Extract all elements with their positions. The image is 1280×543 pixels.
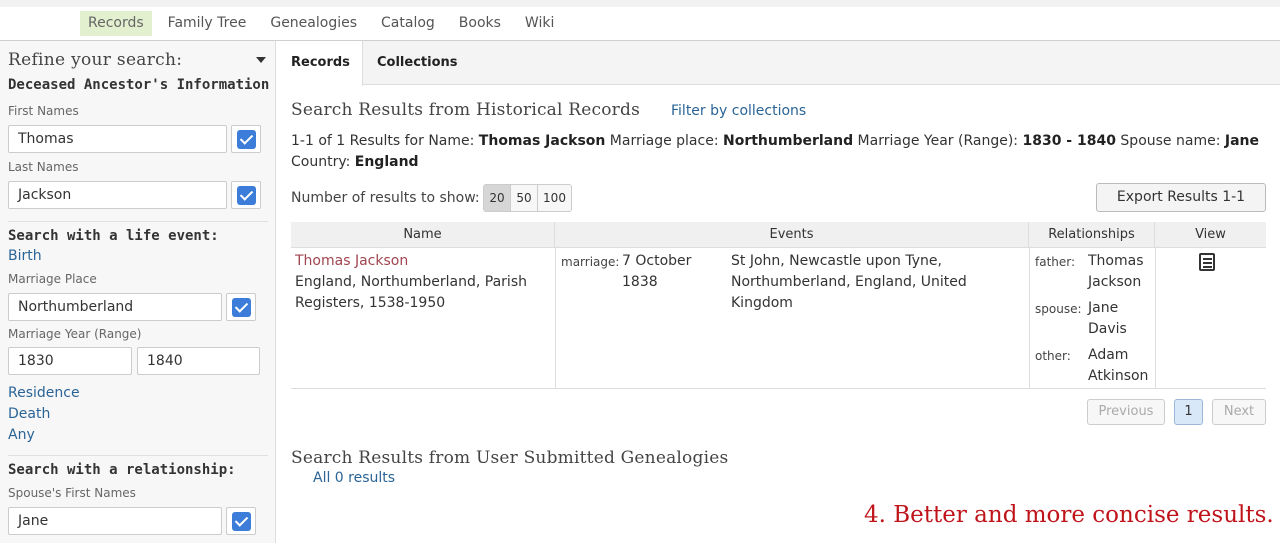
- result-tabs: Records Collections: [277, 41, 1280, 86]
- last-names-label: Last Names: [8, 160, 79, 174]
- first-names-exact-checkbox[interactable]: [231, 125, 261, 153]
- year-to-input[interactable]: 1840: [137, 347, 260, 375]
- marriage-place-input[interactable]: Northumberland: [8, 293, 222, 321]
- event-type: marriage:: [561, 255, 620, 269]
- spouse-first-exact-checkbox[interactable]: [226, 507, 256, 535]
- nav-family-tree[interactable]: Family Tree: [160, 11, 255, 36]
- year-from-input[interactable]: 1830: [8, 347, 132, 375]
- export-results-button[interactable]: Export Results 1-1: [1096, 183, 1266, 212]
- view-record-icon[interactable]: [1199, 253, 1215, 271]
- page-size-group: 20 50 100: [483, 184, 572, 212]
- top-nav-bar: Records Family Tree Genealogies Catalog …: [0, 0, 1280, 41]
- results-table-header: Name Events Relationships View: [291, 222, 1266, 248]
- any-link[interactable]: Any: [8, 427, 35, 443]
- relation-role: other:: [1035, 349, 1071, 363]
- previous-page-button[interactable]: Previous: [1087, 399, 1165, 425]
- tab-records[interactable]: Records: [277, 41, 363, 86]
- event-place: St John, Newcastle upon Tyne, Northumber…: [731, 253, 967, 311]
- checkmark-icon: [237, 130, 256, 149]
- first-names-label: First Names: [8, 104, 79, 118]
- refine-sidebar: Refine your search: Deceased Ancestor's …: [0, 41, 276, 543]
- divider: [8, 221, 268, 222]
- column-header-events: Events: [555, 222, 1029, 248]
- results-count-label: Number of results to show:: [291, 190, 480, 206]
- marriage-year-label: Marriage Year (Range): [8, 327, 142, 341]
- residence-link[interactable]: Residence: [8, 385, 80, 401]
- next-page-button[interactable]: Next: [1212, 399, 1266, 425]
- genealogies-results-title: Search Results from User Submitted Genea…: [291, 448, 729, 468]
- historical-results-title: Search Results from Historical Records: [291, 100, 641, 120]
- table-bottom-border: [291, 388, 1266, 389]
- birth-link[interactable]: Birth: [8, 248, 42, 264]
- column-header-name: Name: [291, 222, 555, 248]
- relation-name: Adam Atkinson: [1088, 347, 1149, 384]
- summary-text: Marriage Year (Range):: [853, 133, 1023, 149]
- summary-text: 1-1 of 1 Results for Name:: [291, 133, 479, 149]
- results-summary: 1-1 of 1 Results for Name: Thomas Jackso…: [291, 131, 1261, 173]
- relation-role: father:: [1035, 255, 1076, 269]
- record-name-link[interactable]: Thomas Jackson: [295, 251, 408, 272]
- all-results-link[interactable]: All 0 results: [313, 470, 395, 486]
- summary-country: England: [354, 154, 419, 170]
- last-names-exact-checkbox[interactable]: [231, 181, 261, 209]
- last-names-input[interactable]: Jackson: [8, 181, 227, 209]
- current-page-button[interactable]: 1: [1174, 399, 1203, 425]
- checkmark-icon: [232, 298, 251, 317]
- nav-records[interactable]: Records: [80, 11, 152, 36]
- column-divider: [555, 248, 556, 388]
- summary-name: Thomas Jackson: [478, 133, 606, 149]
- nav-genealogies[interactable]: Genealogies: [262, 11, 365, 36]
- annotation-callout: 4. Better and more concise results.: [864, 502, 1274, 528]
- marriage-place-label: Marriage Place: [8, 272, 97, 286]
- page-size-20-button[interactable]: 20: [484, 185, 511, 211]
- checkmark-icon: [237, 186, 256, 205]
- first-names-input[interactable]: Thomas: [8, 125, 227, 153]
- column-divider: [1029, 248, 1030, 388]
- collapse-caret-icon[interactable]: [256, 57, 266, 63]
- relationship-heading: Search with a relationship:: [8, 462, 236, 478]
- column-header-relationships: Relationships: [1029, 222, 1155, 248]
- nav-catalog[interactable]: Catalog: [373, 11, 443, 36]
- nav-books[interactable]: Books: [451, 11, 509, 36]
- nav-wiki[interactable]: Wiki: [517, 11, 562, 36]
- event-date: 7 October 1838: [622, 253, 692, 290]
- page-size-50-button[interactable]: 50: [511, 185, 538, 211]
- summary-spouse: Jane: [1224, 133, 1259, 149]
- divider: [8, 455, 268, 456]
- life-event-heading: Search with a life event:: [8, 228, 219, 244]
- main-nav: Records Family Tree Genealogies Catalog …: [80, 11, 570, 36]
- column-header-view: View: [1195, 227, 1226, 242]
- summary-place: Northumberland: [723, 133, 854, 149]
- marriage-place-exact-checkbox[interactable]: [226, 293, 256, 321]
- relation-name: Thomas Jackson: [1088, 253, 1144, 290]
- spouse-first-input[interactable]: Jane: [8, 507, 222, 535]
- summary-text: Country:: [291, 154, 355, 170]
- summary-text: Spouse name:: [1115, 133, 1225, 149]
- tab-collections[interactable]: Collections: [363, 41, 472, 85]
- spouse-first-label: Spouse's First Names: [8, 486, 136, 500]
- filter-collections-link[interactable]: Filter by collections: [671, 103, 806, 119]
- relation-role: spouse:: [1035, 302, 1082, 316]
- checkmark-icon: [232, 512, 251, 531]
- summary-years: 1830 - 1840: [1022, 133, 1116, 149]
- deceased-heading: Deceased Ancestor's Information: [8, 77, 270, 93]
- death-link[interactable]: Death: [8, 406, 50, 422]
- page-size-100-button[interactable]: 100: [538, 185, 571, 211]
- column-divider: [1155, 248, 1156, 388]
- record-collection: England, Northumberland, Parish Register…: [295, 274, 527, 311]
- relation-name: Jane Davis: [1088, 300, 1127, 337]
- summary-text: Marriage place:: [605, 133, 723, 149]
- refine-title: Refine your search:: [8, 50, 183, 70]
